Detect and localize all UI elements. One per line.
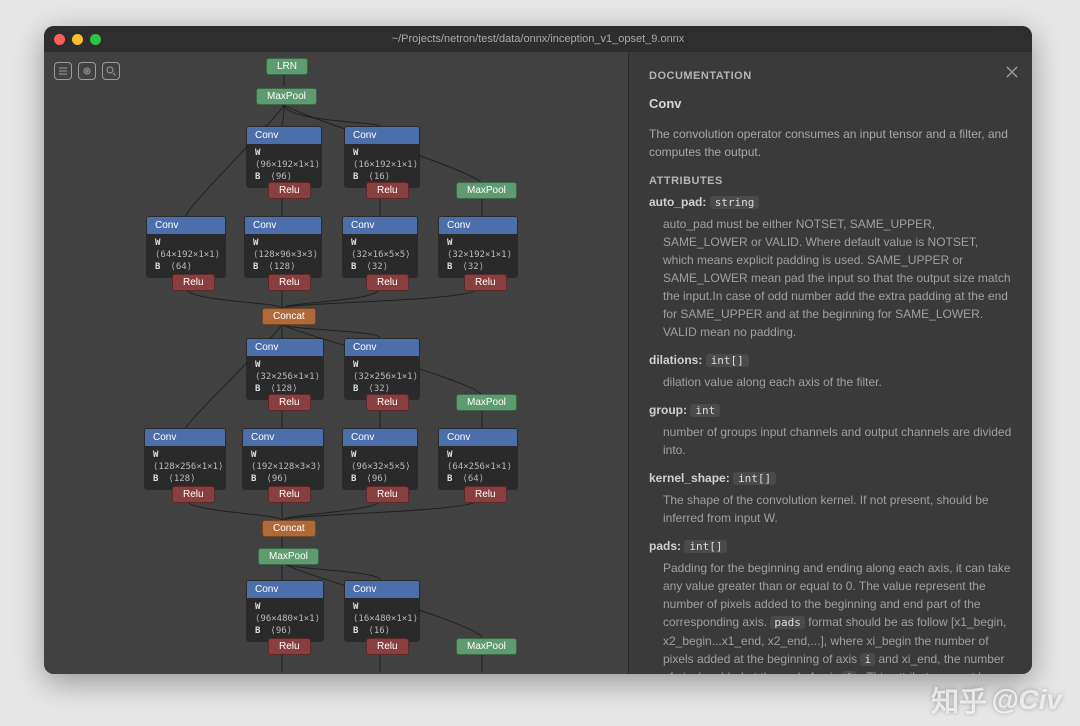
node-relu[interactable]: Relu	[172, 274, 215, 291]
node-concat[interactable]: Concat	[262, 520, 316, 537]
graph: LRN MaxPool Conv W ⟨96×192×1×1⟩ B ⟨96⟩ C…	[44, 52, 624, 674]
window-title: ~/Projects/netron/test/data/onnx/incepti…	[44, 33, 1032, 45]
node-conv[interactable]: Conv W ⟨96×32×5×5⟩B ⟨96⟩	[342, 428, 418, 490]
node-relu[interactable]: Relu	[268, 638, 311, 655]
documentation-panel: DOCUMENTATION Conv The convolution opera…	[628, 52, 1032, 674]
conv-header: Conv	[247, 127, 321, 144]
attr-kernel-shape: kernel_shape: int[] The shape of the con…	[649, 471, 1012, 527]
node-conv[interactable]: Conv W ⟨32×256×1×1⟩B ⟨128⟩	[246, 338, 324, 400]
node-relu[interactable]: Relu	[366, 182, 409, 199]
node-relu[interactable]: Relu	[268, 486, 311, 503]
node-conv[interactable]: Conv W ⟨96×480×1×1⟩B ⟨96⟩	[246, 580, 324, 642]
attr-group: group: int number of groups input channe…	[649, 403, 1012, 459]
search-button[interactable]	[102, 62, 120, 80]
node-conv[interactable]: Conv W ⟨16×192×1×1⟩ B ⟨16⟩	[344, 126, 420, 188]
node-maxpool[interactable]: MaxPool	[456, 638, 517, 655]
node-conv[interactable]: Conv W ⟨16×480×1×1⟩B ⟨16⟩	[344, 580, 420, 642]
graph-edges	[44, 52, 624, 674]
graph-canvas[interactable]: LRN MaxPool Conv W ⟨96×192×1×1⟩ B ⟨96⟩ C…	[44, 52, 628, 674]
node-conv[interactable]: Conv W ⟨64×256×1×1⟩B ⟨64⟩	[438, 428, 518, 490]
node-relu[interactable]: Relu	[464, 274, 507, 291]
doc-op-name: Conv	[649, 96, 1012, 111]
fit-button[interactable]	[78, 62, 96, 80]
node-maxpool[interactable]: MaxPool	[256, 88, 317, 105]
node-relu[interactable]: Relu	[366, 394, 409, 411]
node-relu[interactable]: Relu	[464, 486, 507, 503]
canvas-toolbar	[54, 62, 120, 80]
workspace: LRN MaxPool Conv W ⟨96×192×1×1⟩ B ⟨96⟩ C…	[44, 52, 1032, 674]
node-conv[interactable]: Conv W ⟨128×256×1×1⟩B ⟨128⟩	[144, 428, 226, 490]
node-relu[interactable]: Relu	[366, 638, 409, 655]
doc-heading: DOCUMENTATION	[649, 70, 1012, 82]
node-relu[interactable]: Relu	[366, 274, 409, 291]
node-conv[interactable]: Conv W ⟨128×96×3×3⟩B ⟨128⟩	[244, 216, 322, 278]
attr-pads-desc: Padding for the beginning and ending alo…	[663, 559, 1012, 674]
node-relu[interactable]: Relu	[268, 274, 311, 291]
node-conv[interactable]: Conv W ⟨64×192×1×1⟩B ⟨64⟩	[146, 216, 226, 278]
node-conv[interactable]: Conv W ⟨32×192×1×1⟩B ⟨32⟩	[438, 216, 518, 278]
node-maxpool[interactable]: MaxPool	[456, 394, 517, 411]
node-maxpool[interactable]: MaxPool	[456, 182, 517, 199]
node-relu[interactable]: Relu	[172, 486, 215, 503]
app-window: ~/Projects/netron/test/data/onnx/incepti…	[44, 26, 1032, 674]
node-conv[interactable]: Conv W ⟨192×128×3×3⟩B ⟨96⟩	[242, 428, 324, 490]
node-relu[interactable]: Relu	[366, 486, 409, 503]
node-conv[interactable]: Conv W ⟨96×192×1×1⟩ B ⟨96⟩	[246, 126, 322, 188]
menu-button[interactable]	[54, 62, 72, 80]
node-relu[interactable]: Relu	[268, 182, 311, 199]
close-panel-icon[interactable]	[1006, 66, 1018, 78]
titlebar: ~/Projects/netron/test/data/onnx/incepti…	[44, 26, 1032, 52]
attr-pads: pads: int[] Padding for the beginning an…	[649, 539, 1012, 674]
node-maxpool[interactable]: MaxPool	[258, 548, 319, 565]
conv-params: W ⟨96×192×1×1⟩ B ⟨96⟩	[247, 144, 321, 187]
attr-dilations: dilations: int[] dilation value along ea…	[649, 353, 1012, 391]
node-conv[interactable]: Conv W ⟨32×256×1×1⟩B ⟨32⟩	[344, 338, 420, 400]
watermark: 知乎 @Civ	[931, 680, 1062, 720]
attr-auto-pad: auto_pad: string auto_pad must be either…	[649, 195, 1012, 341]
doc-summary: The convolution operator consumes an inp…	[649, 125, 1012, 161]
node-lrn[interactable]: LRN	[266, 58, 308, 75]
node-conv[interactable]: Conv W ⟨32×16×5×5⟩B ⟨32⟩	[342, 216, 418, 278]
node-relu[interactable]: Relu	[268, 394, 311, 411]
attributes-heading: ATTRIBUTES	[649, 175, 1012, 187]
node-concat[interactable]: Concat	[262, 308, 316, 325]
